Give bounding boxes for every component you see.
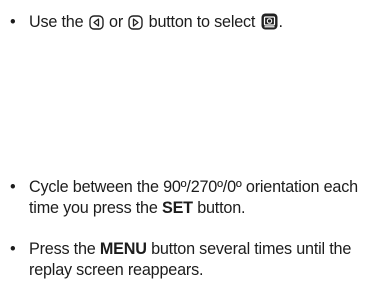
right-arrow-button-icon (128, 15, 144, 36)
instruction-text: Use the or button to select . (29, 12, 375, 36)
text-tail: button. (197, 198, 246, 217)
bullet-marker: • (10, 178, 16, 196)
bullet-marker: • (10, 240, 16, 258)
instruction-cycle-orientation: • Cycle between the 90º/270º/0º orientat… (10, 177, 375, 218)
text-body: Cycle between the 90º/270º/0º orientatio… (29, 178, 358, 217)
text-lead: Press the (29, 240, 96, 258)
bullet-marker: • (10, 13, 16, 31)
menu-keyword: MENU (99, 240, 147, 258)
text-after: button to select (148, 13, 256, 31)
instruction-text: Press the MENU button several times unti… (29, 239, 375, 280)
text-middle: or (109, 13, 124, 31)
text-before: Use the (29, 13, 84, 31)
instruction-press-menu: • Press the MENU button several times un… (10, 239, 375, 280)
rotate-image-icon (261, 13, 278, 36)
text-end: . (278, 13, 284, 31)
instruction-text: Cycle between the 90º/270º/0º orientatio… (29, 177, 375, 218)
left-arrow-button-icon (89, 15, 104, 36)
set-keyword: SET (161, 198, 193, 217)
instruction-select-icon: • Use the or button to select . (10, 12, 375, 36)
